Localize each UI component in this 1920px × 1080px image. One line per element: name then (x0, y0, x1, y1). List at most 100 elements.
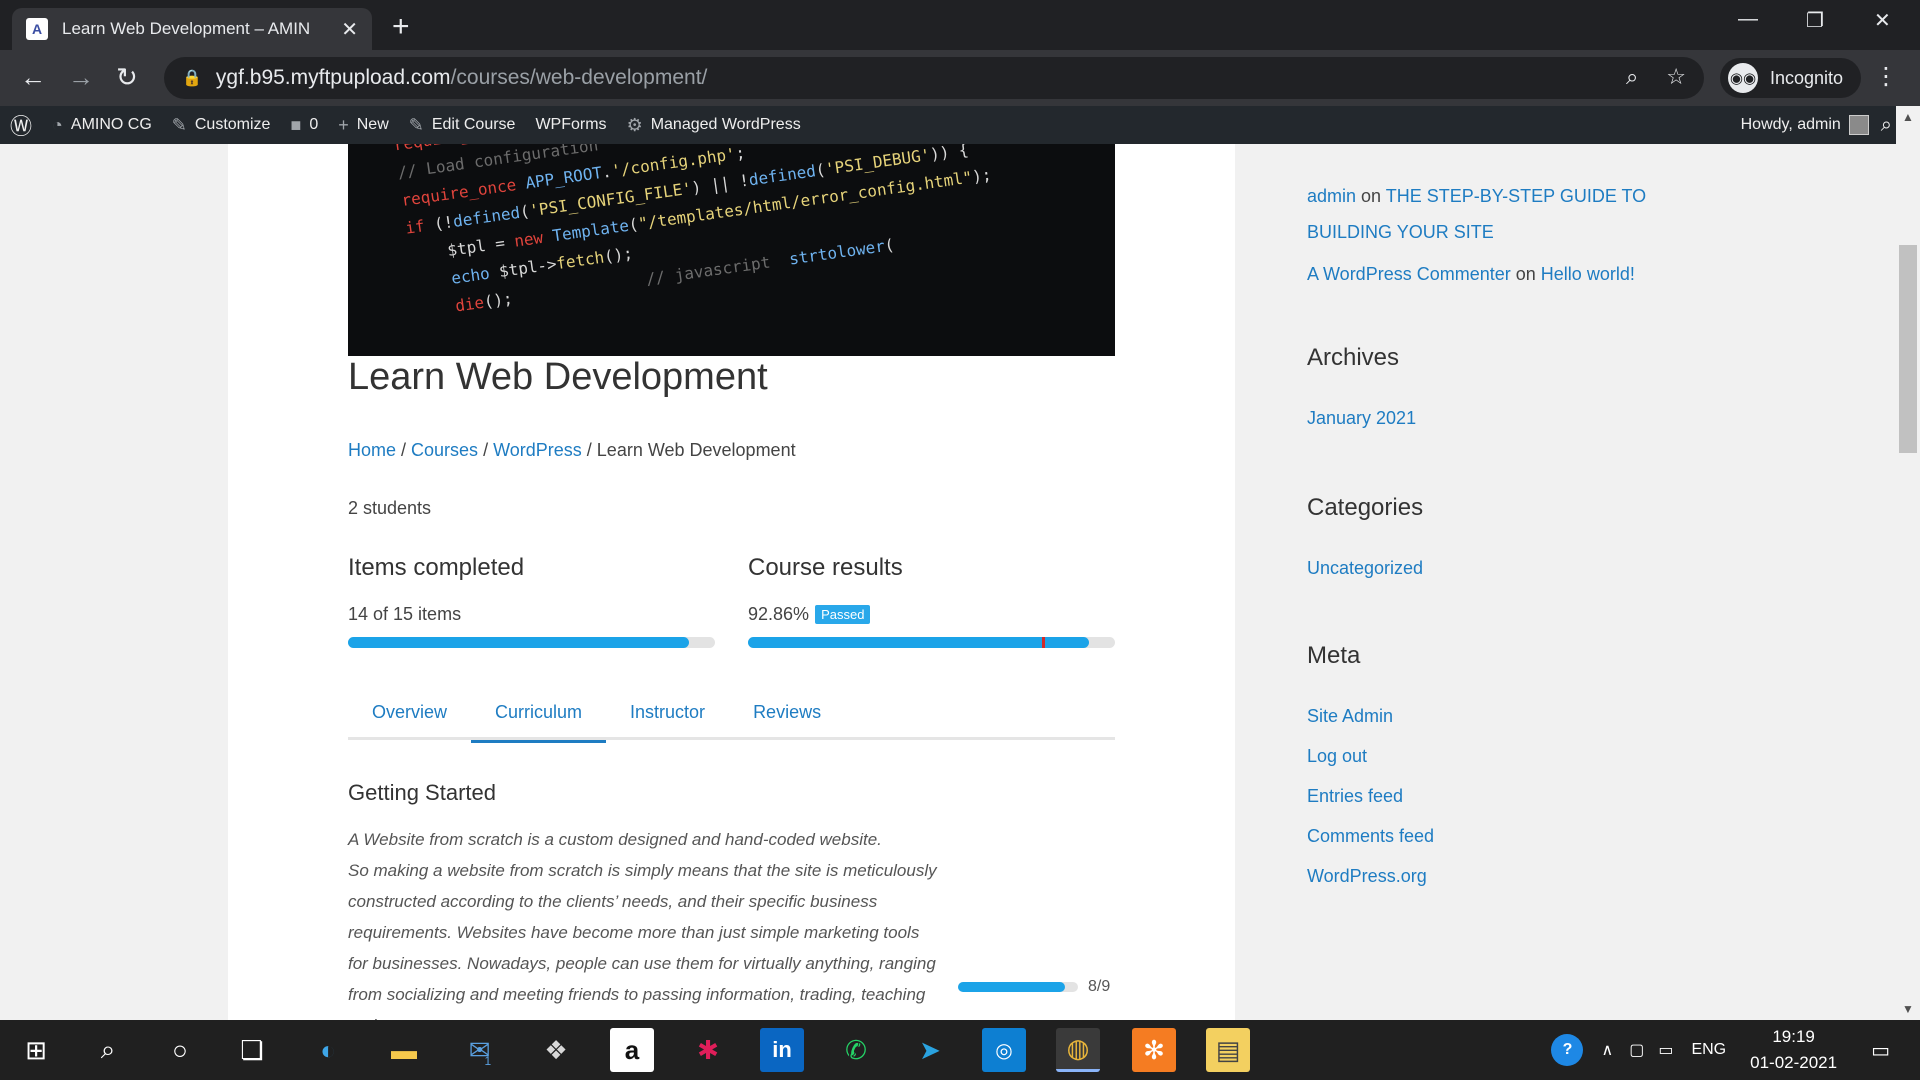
howdy-admin-link[interactable]: Howdy, admin (1741, 116, 1841, 134)
telegram-icon[interactable]: ➤ (908, 1028, 952, 1072)
tab-close-icon[interactable]: ✕ (341, 17, 358, 42)
system-tray: ? ∧ ▢ ▭ ENG 19:19 01-02-2021 ▭ (1551, 1020, 1920, 1080)
file-explorer-icon[interactable]: ▬ (382, 1028, 426, 1072)
restore-icon[interactable]: ❐ (1806, 8, 1824, 33)
comment-author-link[interactable]: A WordPress Commenter (1307, 264, 1511, 284)
comment-author-link[interactable]: admin (1307, 186, 1356, 206)
breadcrumb-category[interactable]: WordPress (493, 440, 582, 460)
meta-wordpress-org-link[interactable]: WordPress.org (1307, 866, 1427, 887)
new-label: New (356, 116, 389, 133)
comment-on-text: on (1515, 264, 1536, 284)
slack-icon[interactable]: ✱ (686, 1028, 730, 1072)
window-close-icon[interactable]: ✕ (1874, 8, 1891, 33)
comment-post-link[interactable]: Hello world! (1541, 264, 1635, 284)
search-icon[interactable]: ⌕ (86, 1028, 130, 1072)
zoom-icon[interactable]: ⌕ (1626, 64, 1638, 90)
section-progress-fill (958, 982, 1065, 992)
section-progress-bar (958, 982, 1078, 992)
plus-icon: + (338, 114, 349, 135)
archive-link[interactable]: January 2021 (1307, 408, 1416, 429)
reload-icon[interactable]: ↻ (116, 62, 138, 93)
tab-instructor[interactable]: Instructor (606, 684, 729, 740)
browser-tab-strip: A Learn Web Development – AMIN ✕ + — ❐ ✕ (0, 0, 1920, 50)
tab-reviews[interactable]: Reviews (729, 684, 845, 740)
edit-course-link[interactable]: ✎ Edit Course (399, 106, 526, 144)
meta-site-admin-link[interactable]: Site Admin (1307, 706, 1393, 727)
clock[interactable]: 19:19 01-02-2021 (1750, 1024, 1837, 1076)
help-icon[interactable]: ? (1551, 1034, 1584, 1066)
meet-now-icon[interactable]: ▢ (1629, 1040, 1644, 1060)
notification-icon[interactable]: ▭ (1871, 1038, 1890, 1063)
xampp-icon[interactable]: ✻ (1132, 1028, 1176, 1072)
bookmark-star-icon[interactable]: ☆ (1666, 64, 1686, 90)
recent-comments-list: admin on THE STEP-BY-STEP GUIDE TO BUILD… (1307, 178, 1727, 292)
managed-wordpress-link[interactable]: ⚙ Managed WordPress (617, 106, 811, 144)
pencil-icon: ✎ (408, 114, 424, 135)
scroll-down-arrow-icon[interactable]: ▼ (1902, 1002, 1914, 1016)
recent-comment-item: A WordPress Commenter on Hello world! (1307, 256, 1727, 292)
page-scrollbar[interactable] (1896, 106, 1920, 1020)
meta-entries-feed-link[interactable]: Entries feed (1307, 786, 1403, 807)
scroll-up-arrow-icon[interactable]: ▲ (1902, 110, 1914, 124)
site-name-link[interactable]: ◔ AMINO CG (42, 106, 162, 144)
admin-search-icon[interactable]: ⌕ (1881, 114, 1892, 137)
address-bar[interactable]: 🔒 ygf.b95.myftpupload.com /courses/web-d… (164, 57, 1704, 99)
document-app-icon[interactable]: ▤ (1206, 1028, 1250, 1072)
breadcrumb-separator: / (396, 440, 412, 460)
avatar[interactable] (1848, 115, 1869, 135)
incognito-icon: ◉◉ (1728, 63, 1758, 93)
chrome-icon[interactable]: ◍ (1056, 1028, 1100, 1072)
whatsapp-icon[interactable]: ✆ (834, 1028, 878, 1072)
task-view-icon[interactable]: ❏ (230, 1028, 274, 1072)
main-content: } require_once APP_ROOT.'/includes/autol… (228, 144, 1235, 1020)
tab-curriculum[interactable]: Curriculum (471, 684, 607, 743)
meta-log-out-link[interactable]: Log out (1307, 746, 1367, 767)
comments-count: 0 (309, 116, 319, 133)
minimize-icon[interactable]: — (1738, 8, 1758, 31)
section-desc-rest: So making a website from scratch is simp… (348, 861, 937, 1020)
edge-icon[interactable]: ◐ (306, 1028, 350, 1072)
breadcrumb-home[interactable]: Home (348, 440, 396, 460)
windows-start-icon[interactable]: ⊞ (14, 1028, 58, 1072)
breadcrumb-courses[interactable]: Courses (411, 440, 478, 460)
new-tab-button[interactable]: + (392, 10, 410, 44)
wpforms-label: WPForms (535, 116, 607, 133)
course-results-percent: 92.86% (748, 604, 810, 624)
code-picture: } require_once APP_ROOT.'/includes/autol… (392, 144, 993, 321)
results-progress-fill (748, 637, 1089, 648)
amazon-icon[interactable]: a (610, 1028, 654, 1072)
browser-menu-icon[interactable]: ⋮ (1874, 62, 1898, 91)
meta-comments-feed-link[interactable]: Comments feed (1307, 826, 1434, 847)
mail-icon[interactable]: ✉ 1 (458, 1028, 502, 1072)
browser-tab[interactable]: A Learn Web Development – AMIN ✕ (12, 8, 372, 50)
course-tabs: Overview Curriculum Instructor Reviews (348, 684, 1115, 743)
new-content-link[interactable]: + New (328, 106, 399, 144)
chevron-up-icon[interactable]: ∧ (1601, 1040, 1613, 1060)
language-indicator[interactable]: ENG (1691, 1041, 1726, 1059)
linkedin-icon[interactable]: in (760, 1028, 804, 1072)
comments-link[interactable]: ■ 0 (280, 106, 328, 144)
breadcrumb: Home / Courses / WordPress / Learn Web D… (348, 440, 796, 461)
page-viewport: } require_once APP_ROOT.'/includes/autol… (0, 144, 1920, 1020)
items-completed-stat: Items completed 14 of 15 items (348, 554, 715, 648)
comment-post-link[interactable]: THE STEP-BY-STEP GUIDE TO BUILDING YOUR … (1307, 186, 1646, 242)
scrollbar-thumb[interactable] (1899, 245, 1917, 453)
category-link[interactable]: Uncategorized (1307, 558, 1423, 579)
incognito-button[interactable]: ◉◉ Incognito (1720, 58, 1862, 98)
section-desc-line1: A Website from scratch is a custom desig… (348, 830, 882, 849)
battery-icon[interactable]: ▭ (1658, 1040, 1673, 1060)
wordpress-logo-icon[interactable]: Ⓦ (0, 106, 42, 144)
back-icon[interactable]: ← (20, 62, 46, 93)
tab-overview[interactable]: Overview (348, 684, 471, 740)
results-progress-bar (748, 637, 1115, 648)
dropbox-icon[interactable]: ❖ (534, 1028, 578, 1072)
curriculum-section-title[interactable]: Getting Started (348, 780, 496, 806)
section-progress-text: 8/9 (1088, 978, 1111, 995)
customize-link[interactable]: ✎ Customize (162, 106, 281, 144)
wpforms-link[interactable]: WPForms (525, 106, 616, 144)
managed-wp-label: Managed WordPress (650, 116, 801, 133)
cortana-icon[interactable]: ○ (158, 1028, 202, 1072)
instagram-app-icon[interactable]: ◎ (982, 1028, 1026, 1072)
lock-icon[interactable]: 🔒 (182, 68, 202, 88)
forward-icon[interactable]: → (68, 62, 94, 93)
